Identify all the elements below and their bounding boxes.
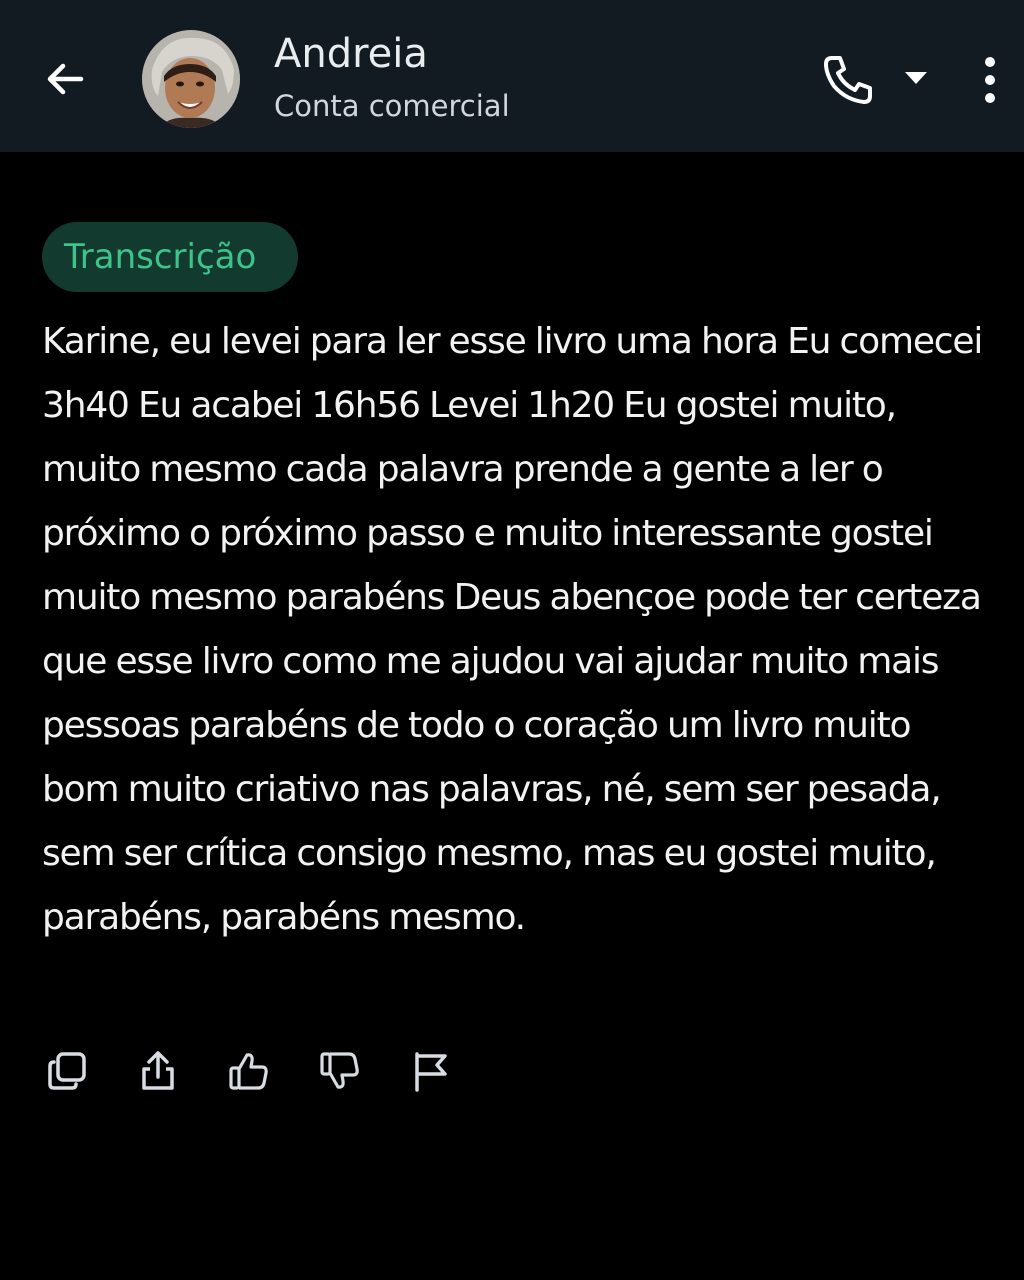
transcription-chip: Transcrição bbox=[42, 222, 298, 292]
thumbs-down-button[interactable] bbox=[315, 1046, 365, 1096]
voice-call-button[interactable] bbox=[816, 48, 880, 112]
more-options-button[interactable] bbox=[966, 48, 1014, 112]
arrow-left-icon bbox=[47, 63, 84, 95]
call-options-button[interactable] bbox=[896, 62, 936, 94]
share-button[interactable] bbox=[133, 1046, 183, 1096]
flag-icon bbox=[415, 1052, 447, 1092]
share-icon bbox=[142, 1051, 174, 1090]
phone-icon bbox=[824, 56, 872, 104]
thumbs-down-icon bbox=[320, 1052, 359, 1089]
transcription-actions bbox=[42, 1046, 497, 1096]
contact-name[interactable]: Andreia bbox=[274, 30, 428, 78]
avatar-photo-icon bbox=[142, 30, 240, 128]
more-vertical-icon bbox=[985, 57, 995, 103]
thumbs-up-icon bbox=[229, 1053, 268, 1090]
contact-subtitle: Conta comercial bbox=[274, 89, 510, 123]
transcription-text: Karine, eu levei para ler esse livro uma… bbox=[42, 321, 983, 938]
chat-header: Andreia Conta comercial bbox=[0, 0, 1024, 152]
report-button[interactable] bbox=[406, 1046, 456, 1096]
thumbs-up-button[interactable] bbox=[224, 1046, 274, 1096]
caret-down-icon bbox=[905, 72, 927, 84]
back-button[interactable] bbox=[30, 44, 100, 114]
copy-button[interactable] bbox=[42, 1046, 92, 1096]
copy-icon bbox=[48, 1052, 86, 1090]
avatar[interactable] bbox=[142, 30, 240, 128]
